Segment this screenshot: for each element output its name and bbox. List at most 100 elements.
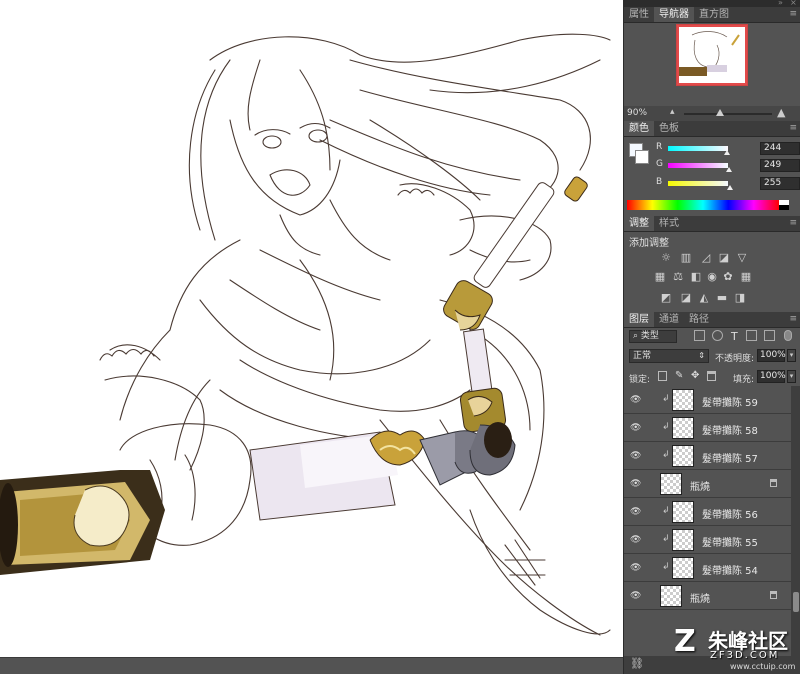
- layer-thumbnail[interactable]: [672, 529, 694, 551]
- panel-menu-icon[interactable]: ≡: [789, 312, 797, 327]
- tab-properties[interactable]: 属性: [624, 7, 654, 22]
- visibility-eye-icon[interactable]: 👁: [630, 591, 641, 601]
- layer-name[interactable]: 髮帶攤陈 55: [702, 534, 758, 549]
- tab-color[interactable]: 颜色: [624, 121, 654, 136]
- visibility-eye-icon[interactable]: 👁: [630, 535, 641, 545]
- green-gradient[interactable]: [668, 163, 728, 168]
- lock-pixels-icon[interactable]: ✎: [675, 370, 683, 381]
- photo-filter-icon[interactable]: ◉: [706, 271, 718, 283]
- layer-name[interactable]: 髮帶攤陈 54: [702, 562, 758, 577]
- exposure-icon[interactable]: ◪: [718, 252, 730, 264]
- tab-swatches[interactable]: 色板: [654, 121, 684, 136]
- green-value[interactable]: 249: [760, 159, 800, 172]
- layer-thumbnail[interactable]: [672, 445, 694, 467]
- fill-dropdown-icon[interactable]: ▾: [787, 370, 796, 383]
- layer-row[interactable]: 👁 瓶燒: [624, 582, 791, 610]
- layer-row[interactable]: 👁 ↲ 髮帶攤陈 57: [624, 442, 791, 470]
- layer-name[interactable]: 髮帶攤陈 56: [702, 506, 758, 521]
- blue-value[interactable]: 255: [760, 177, 800, 190]
- filter-type-icon[interactable]: T: [731, 330, 738, 343]
- lock-position-icon[interactable]: ✥: [691, 370, 699, 381]
- red-knob[interactable]: [724, 150, 730, 155]
- tab-histogram[interactable]: 直方图: [694, 7, 734, 22]
- black-white-icon[interactable]: ◧: [690, 271, 702, 283]
- green-knob[interactable]: [726, 167, 732, 172]
- blue-gradient[interactable]: [668, 181, 728, 186]
- red-gradient[interactable]: [668, 146, 728, 151]
- layer-name[interactable]: 瓶燒: [690, 590, 710, 605]
- layer-name[interactable]: 髮帶攤陈 58: [702, 422, 758, 437]
- layer-filter-select[interactable]: ⌕ 类型: [629, 330, 677, 343]
- layer-thumbnail[interactable]: [672, 389, 694, 411]
- filter-smart-object-icon[interactable]: [764, 330, 775, 341]
- close-icon[interactable]: ×: [790, 0, 797, 7]
- zoom-level[interactable]: 90%: [627, 108, 647, 118]
- layer-thumbnail[interactable]: [672, 417, 694, 439]
- opacity-dropdown-icon[interactable]: ▾: [787, 349, 796, 362]
- posterize-icon[interactable]: ◪: [680, 292, 692, 304]
- zoom-slider[interactable]: [684, 113, 772, 115]
- blend-mode-select[interactable]: 正常 ⇕: [629, 349, 709, 363]
- layer-name[interactable]: 瓶燒: [690, 478, 710, 493]
- black-white-swatch[interactable]: [779, 200, 789, 210]
- layer-row[interactable]: 👁 ↲ 髮帶攤陈 59: [624, 386, 791, 414]
- tab-channels[interactable]: 通道: [654, 312, 684, 327]
- red-value[interactable]: 244: [760, 142, 800, 155]
- layer-row[interactable]: 👁 瓶燒: [624, 470, 791, 498]
- filter-shape-icon[interactable]: [746, 330, 757, 341]
- color-spectrum-bar[interactable]: [627, 200, 779, 210]
- visibility-eye-icon[interactable]: 👁: [630, 451, 641, 461]
- hue-saturation-icon[interactable]: ▦: [654, 271, 666, 283]
- gradient-map-icon[interactable]: ▬: [716, 292, 728, 304]
- layer-row[interactable]: 👁 ↲ 髮帶攤陈 56: [624, 498, 791, 526]
- filter-pixel-icon[interactable]: [694, 330, 705, 341]
- levels-icon[interactable]: ▥: [680, 252, 692, 264]
- invert-icon[interactable]: ◩: [660, 292, 672, 304]
- collapse-icon[interactable]: »: [778, 0, 783, 7]
- layers-list[interactable]: 👁 ↲ 髮帶攤陈 59 👁 ↲ 髮帶攤陈 58 👁 ↲ 髮帶攤陈 57 👁 瓶燒 👁 ↲ 髮帶攤陈 56 👁…: [624, 386, 791, 656]
- link-layers-icon[interactable]: ⛓: [630, 657, 644, 670]
- visibility-eye-icon[interactable]: 👁: [630, 479, 641, 489]
- threshold-icon[interactable]: ◭: [698, 292, 710, 304]
- tab-paths[interactable]: 路径: [684, 312, 714, 327]
- layer-row[interactable]: 👁 ↲ 髮帶攤陈 58: [624, 414, 791, 442]
- panel-menu-icon[interactable]: ≡: [789, 7, 797, 22]
- layer-thumbnail[interactable]: [672, 501, 694, 523]
- color-slider-blue[interactable]: B 255: [656, 177, 800, 191]
- visibility-eye-icon[interactable]: 👁: [630, 507, 641, 517]
- panel-menu-icon[interactable]: ≡: [789, 121, 797, 136]
- opacity-value[interactable]: 100%: [757, 349, 786, 362]
- color-slider-red[interactable]: R 244: [656, 142, 800, 156]
- tab-adjustments[interactable]: 调整: [624, 216, 654, 231]
- visibility-eye-icon[interactable]: 👁: [630, 395, 641, 405]
- panel-menu-icon[interactable]: ≡: [789, 216, 797, 231]
- brightness-contrast-icon[interactable]: ☼: [660, 252, 672, 264]
- zoom-out-icon[interactable]: ▴: [670, 107, 675, 117]
- layer-thumbnail[interactable]: [660, 585, 682, 607]
- channel-mixer-icon[interactable]: ✿: [722, 271, 734, 283]
- color-balance-icon[interactable]: ⚖: [672, 271, 684, 283]
- lock-transparent-icon[interactable]: [658, 371, 667, 381]
- layer-row[interactable]: 👁 ↲ 髮帶攤陈 55: [624, 526, 791, 554]
- filter-adjustment-icon[interactable]: [712, 330, 723, 341]
- color-slider-green[interactable]: G 249: [656, 159, 800, 173]
- filter-toggle-icon[interactable]: [784, 330, 792, 341]
- visibility-eye-icon[interactable]: 👁: [630, 563, 641, 573]
- layer-name[interactable]: 髮帶攤陈 59: [702, 394, 758, 409]
- lock-all-icon[interactable]: [707, 371, 716, 381]
- scrollbar-thumb[interactable]: [793, 592, 799, 612]
- blue-knob[interactable]: [727, 185, 733, 190]
- layer-thumbnail[interactable]: [660, 473, 682, 495]
- curves-icon[interactable]: ◿: [700, 252, 712, 264]
- zoom-slider-knob[interactable]: [716, 109, 724, 116]
- layers-scrollbar[interactable]: [791, 386, 800, 656]
- document-canvas[interactable]: [0, 0, 623, 674]
- background-color-swatch[interactable]: [635, 150, 649, 164]
- layer-row[interactable]: 👁 ↲ 髮帶攤陈 54: [624, 554, 791, 582]
- fill-value[interactable]: 100%: [757, 370, 786, 383]
- zoom-in-icon[interactable]: ▲: [777, 106, 785, 119]
- vibrance-icon[interactable]: ▽: [736, 252, 748, 264]
- tab-layers[interactable]: 图层: [624, 312, 654, 327]
- color-lookup-icon[interactable]: ▦: [740, 271, 752, 283]
- tab-navigator[interactable]: 导航器: [654, 7, 694, 22]
